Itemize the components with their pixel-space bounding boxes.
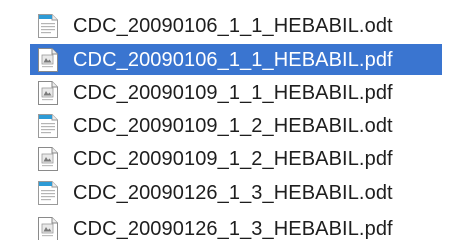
- odt-document-icon: [37, 13, 59, 39]
- file-name: CDC_20090106_1_1_HEBABIL.pdf: [73, 48, 393, 71]
- odt-document-icon: [37, 180, 59, 206]
- pdf-document-icon: [37, 47, 59, 73]
- file-list: CDC_20090106_1_1_HEBABIL.odt CDC_2009010…: [0, 0, 460, 240]
- file-row-0[interactable]: CDC_20090106_1_1_HEBABIL.odt: [30, 10, 442, 41]
- odt-document-icon: [37, 113, 59, 139]
- pdf-document-icon: [37, 146, 59, 172]
- file-name: CDC_20090109_1_2_HEBABIL.pdf: [73, 147, 393, 170]
- file-name: CDC_20090109_1_2_HEBABIL.odt: [73, 114, 393, 137]
- file-name: CDC_20090126_1_3_HEBABIL.pdf: [73, 217, 393, 240]
- file-name: CDC_20090109_1_1_HEBABIL.pdf: [73, 81, 393, 104]
- file-row-4[interactable]: CDC_20090109_1_2_HEBABIL.pdf: [30, 143, 442, 174]
- file-row-5[interactable]: CDC_20090126_1_3_HEBABIL.odt: [30, 177, 442, 208]
- file-name: CDC_20090126_1_3_HEBABIL.odt: [73, 181, 393, 204]
- file-row-6[interactable]: CDC_20090126_1_3_HEBABIL.pdf: [30, 213, 442, 240]
- file-name: CDC_20090106_1_1_HEBABIL.odt: [73, 14, 393, 37]
- pdf-document-icon: [37, 216, 59, 240]
- file-row-2[interactable]: CDC_20090109_1_1_HEBABIL.pdf: [30, 77, 442, 108]
- file-row-1[interactable]: CDC_20090106_1_1_HEBABIL.pdf: [30, 44, 442, 75]
- pdf-document-icon: [37, 80, 59, 106]
- file-row-3[interactable]: CDC_20090109_1_2_HEBABIL.odt: [30, 110, 442, 141]
